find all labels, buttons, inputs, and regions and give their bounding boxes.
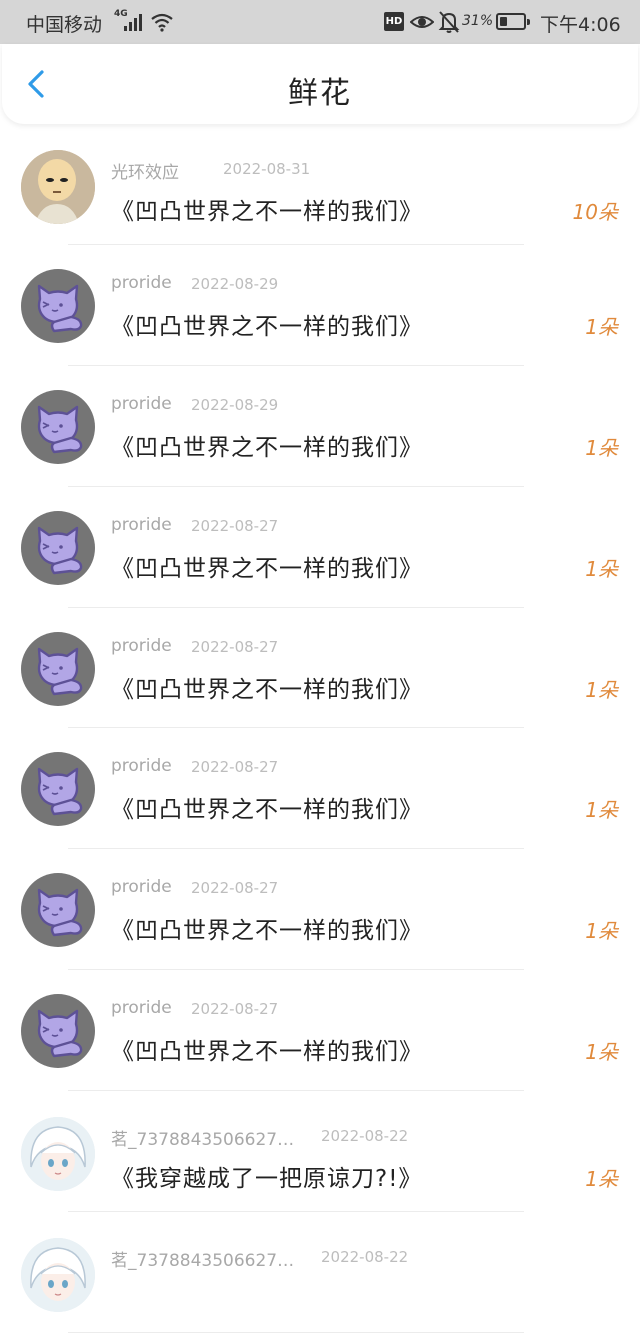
book-title[interactable]: 《凹凸世界之不一样的我们》 [111, 307, 423, 341]
item-meta: 茗_7378843506627… 2022-08-22 [111, 1125, 408, 1151]
gift-date: 2022-08-29 [191, 395, 279, 414]
flower-count: 1朵 [585, 1167, 618, 1192]
item-meta: proride 2022-08-27 [111, 515, 278, 541]
list-item[interactable]: proride 2022-08-29 《凹凸世界之不一样的我们》 1朵 [0, 245, 640, 366]
item-meta: 茗_7378843506627… 2022-08-22 [111, 1246, 408, 1272]
signal-icon [124, 13, 144, 31]
page-title: 鲜花 [288, 76, 352, 111]
gift-date: 2022-08-29 [191, 274, 279, 293]
item-meta: 光环效应 2022-08-31 [111, 158, 310, 184]
bell-off-icon [438, 11, 460, 33]
status-bar: 中国移动 4G HD 31% 下午4:06 [0, 0, 640, 44]
avatar[interactable] [21, 1238, 95, 1313]
list-item[interactable]: 茗_7378843506627… 2022-08-22 《我穿越成了一把原谅刀?!》… [0, 1091, 640, 1213]
flower-count: 1朵 [585, 798, 618, 823]
flower-count: 1朵 [585, 435, 618, 460]
item-meta: proride 2022-08-27 [111, 998, 278, 1024]
flower-count: 1朵 [585, 314, 618, 339]
username[interactable]: proride [111, 998, 172, 1018]
gift-date: 2022-08-27 [191, 637, 279, 656]
username[interactable]: proride [111, 515, 172, 535]
username[interactable]: proride [111, 394, 172, 414]
list-item[interactable]: proride 2022-08-27 《凹凸世界之不一样的我们》 1朵 [0, 487, 640, 608]
gift-date: 2022-08-22 [321, 1248, 409, 1267]
username[interactable]: 茗_7378843506627… [111, 1125, 294, 1150]
flower-count: 1朵 [585, 1040, 618, 1065]
list-item[interactable]: 光环效应 2022-08-31 《凹凸世界之不一样的我们》 10朵 [0, 124, 640, 245]
list-item[interactable]: proride 2022-08-27 《凹凸世界之不一样的我们》 1朵 [0, 849, 640, 971]
flower-count: 1朵 [585, 919, 618, 944]
list-item[interactable]: proride 2022-08-29 《凹凸世界之不一样的我们》 1朵 [0, 366, 640, 487]
list-item[interactable]: proride 2022-08-27 《凹凸世界之不一样的我们》 1朵 [0, 608, 640, 729]
book-title[interactable]: 《凹凸世界之不一样的我们》 [111, 192, 423, 226]
item-meta: proride 2022-08-29 [111, 394, 278, 420]
list-item[interactable]: 茗_7378843506627… 2022-08-22 [0, 1212, 640, 1333]
username[interactable]: proride [111, 877, 172, 897]
avatar[interactable] [21, 631, 95, 706]
item-meta: proride 2022-08-29 [111, 273, 278, 299]
book-title[interactable]: 《凹凸世界之不一样的我们》 [111, 1032, 423, 1066]
book-title[interactable]: 《我穿越成了一把原谅刀?!》 [111, 1159, 422, 1193]
carrier-name: 中国移动 [26, 14, 103, 36]
flower-count: 1朵 [585, 556, 618, 581]
gift-date: 2022-08-27 [191, 879, 279, 898]
hd-icon: HD [384, 12, 404, 31]
username[interactable]: proride [111, 636, 172, 656]
book-title[interactable]: 《凹凸世界之不一样的我们》 [111, 428, 423, 462]
gift-date: 2022-08-27 [191, 1000, 279, 1019]
avatar[interactable] [21, 1117, 95, 1192]
item-meta: proride 2022-08-27 [111, 877, 278, 903]
avatar[interactable] [21, 150, 95, 224]
gift-date: 2022-08-27 [191, 758, 279, 777]
book-title[interactable]: 《凹凸世界之不一样的我们》 [111, 911, 423, 945]
flower-count: 1朵 [585, 677, 618, 702]
book-title[interactable]: 《凹凸世界之不一样的我们》 [111, 549, 423, 583]
flower-list: 光环效应 2022-08-31 《凹凸世界之不一样的我们》 10朵 proride 20… [0, 124, 640, 1333]
list-item[interactable]: proride 2022-08-27 《凹凸世界之不一样的我们》 1朵 [0, 970, 640, 1092]
username[interactable]: proride [111, 273, 172, 293]
gift-date: 2022-08-27 [191, 516, 279, 535]
clock: 下午4:06 [540, 14, 621, 36]
gift-date: 2022-08-31 [223, 160, 311, 178]
header: 鲜花 [2, 44, 638, 124]
avatar[interactable] [21, 510, 95, 585]
book-title[interactable]: 《凹凸世界之不一样的我们》 [111, 670, 423, 704]
username[interactable]: proride [111, 756, 172, 776]
battery-percent: 31% [462, 13, 494, 29]
eye-icon [410, 16, 434, 28]
battery-icon [496, 13, 530, 30]
list-item[interactable]: proride 2022-08-27 《凹凸世界之不一样的我们》 1朵 [0, 728, 640, 850]
avatar[interactable] [21, 873, 95, 948]
book-title[interactable]: 《凹凸世界之不一样的我们》 [111, 790, 423, 824]
flower-count: 10朵 [572, 200, 618, 224]
avatar[interactable] [21, 752, 95, 827]
avatar[interactable] [21, 994, 95, 1069]
gift-date: 2022-08-22 [321, 1127, 409, 1146]
avatar[interactable] [21, 268, 95, 343]
username[interactable]: 光环效应 [111, 158, 179, 183]
username[interactable]: 茗_7378843506627… [111, 1246, 294, 1271]
wifi-icon [151, 13, 173, 32]
item-meta: proride 2022-08-27 [111, 756, 278, 782]
avatar[interactable] [21, 389, 95, 464]
item-meta: proride 2022-08-27 [111, 636, 278, 662]
